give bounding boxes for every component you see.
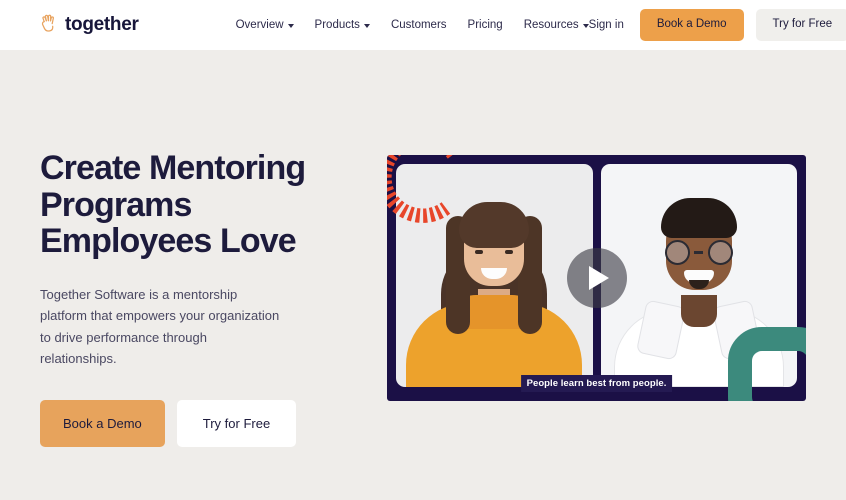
hero-try-free-button[interactable]: Try for Free	[176, 399, 297, 447]
glasses-lens-left	[664, 240, 690, 265]
video-pane-right	[600, 164, 797, 387]
brand-logo[interactable]: together	[38, 12, 139, 38]
nav-item-pricing[interactable]: Pricing	[468, 19, 503, 31]
hero-subtitle: Together Software is a mentorship platfo…	[40, 287, 280, 366]
portrait-man-hair	[660, 198, 737, 238]
hero-video-player[interactable]: People learn best from people.	[387, 155, 806, 401]
portrait-man-glasses	[664, 240, 733, 265]
portrait-woman-hair-front	[459, 202, 530, 248]
hero-cta-group: Book a Demo Try for Free	[40, 399, 360, 447]
nav-item-label: Products	[314, 19, 360, 31]
nav-item-overview[interactable]: Overview	[236, 19, 294, 31]
chevron-down-icon	[582, 24, 589, 28]
hero-section: Create Mentoring Programs Employees Love…	[0, 50, 846, 500]
hero-copy: Create Mentoring Programs Employees Love…	[40, 50, 360, 500]
nav-item-products[interactable]: Products	[315, 19, 370, 31]
portrait-man-neck	[680, 295, 717, 327]
nav-item-label: Resources	[523, 19, 579, 31]
site-header: together Overview Products Customers Pri…	[0, 0, 846, 50]
sign-in-link[interactable]: Sign in	[589, 19, 624, 31]
hero-title: Create Mentoring Programs Employees Love	[40, 149, 306, 261]
brand-name: together	[65, 14, 139, 35]
chevron-down-icon	[363, 24, 370, 28]
chevron-down-icon	[287, 24, 294, 28]
header-book-demo-button[interactable]: Book a Demo	[639, 9, 744, 41]
nav-item-label: Customers	[390, 19, 447, 31]
play-icon	[589, 266, 609, 290]
nav-item-label: Pricing	[467, 19, 503, 31]
header-actions: Sign in Book a Demo Try for Free	[589, 9, 846, 41]
main-navigation: Overview Products Customers Pricing Reso…	[236, 19, 589, 31]
glasses-lens-right	[707, 240, 733, 265]
header-try-free-button[interactable]: Try for Free	[755, 9, 846, 41]
hero-book-demo-button[interactable]: Book a Demo	[40, 399, 165, 447]
portrait-woman-eye-left	[475, 250, 484, 254]
nav-item-resources[interactable]: Resources	[524, 19, 589, 31]
nav-item-label: Overview	[235, 19, 284, 31]
nav-item-customers[interactable]: Customers	[391, 19, 447, 31]
video-pane-left	[396, 164, 593, 387]
glasses-bridge	[694, 251, 704, 254]
portrait-woman-eye-right	[505, 250, 514, 254]
waving-hand-icon	[38, 12, 58, 38]
play-button[interactable]	[566, 248, 627, 308]
video-caption: People learn best from people.	[520, 375, 673, 392]
